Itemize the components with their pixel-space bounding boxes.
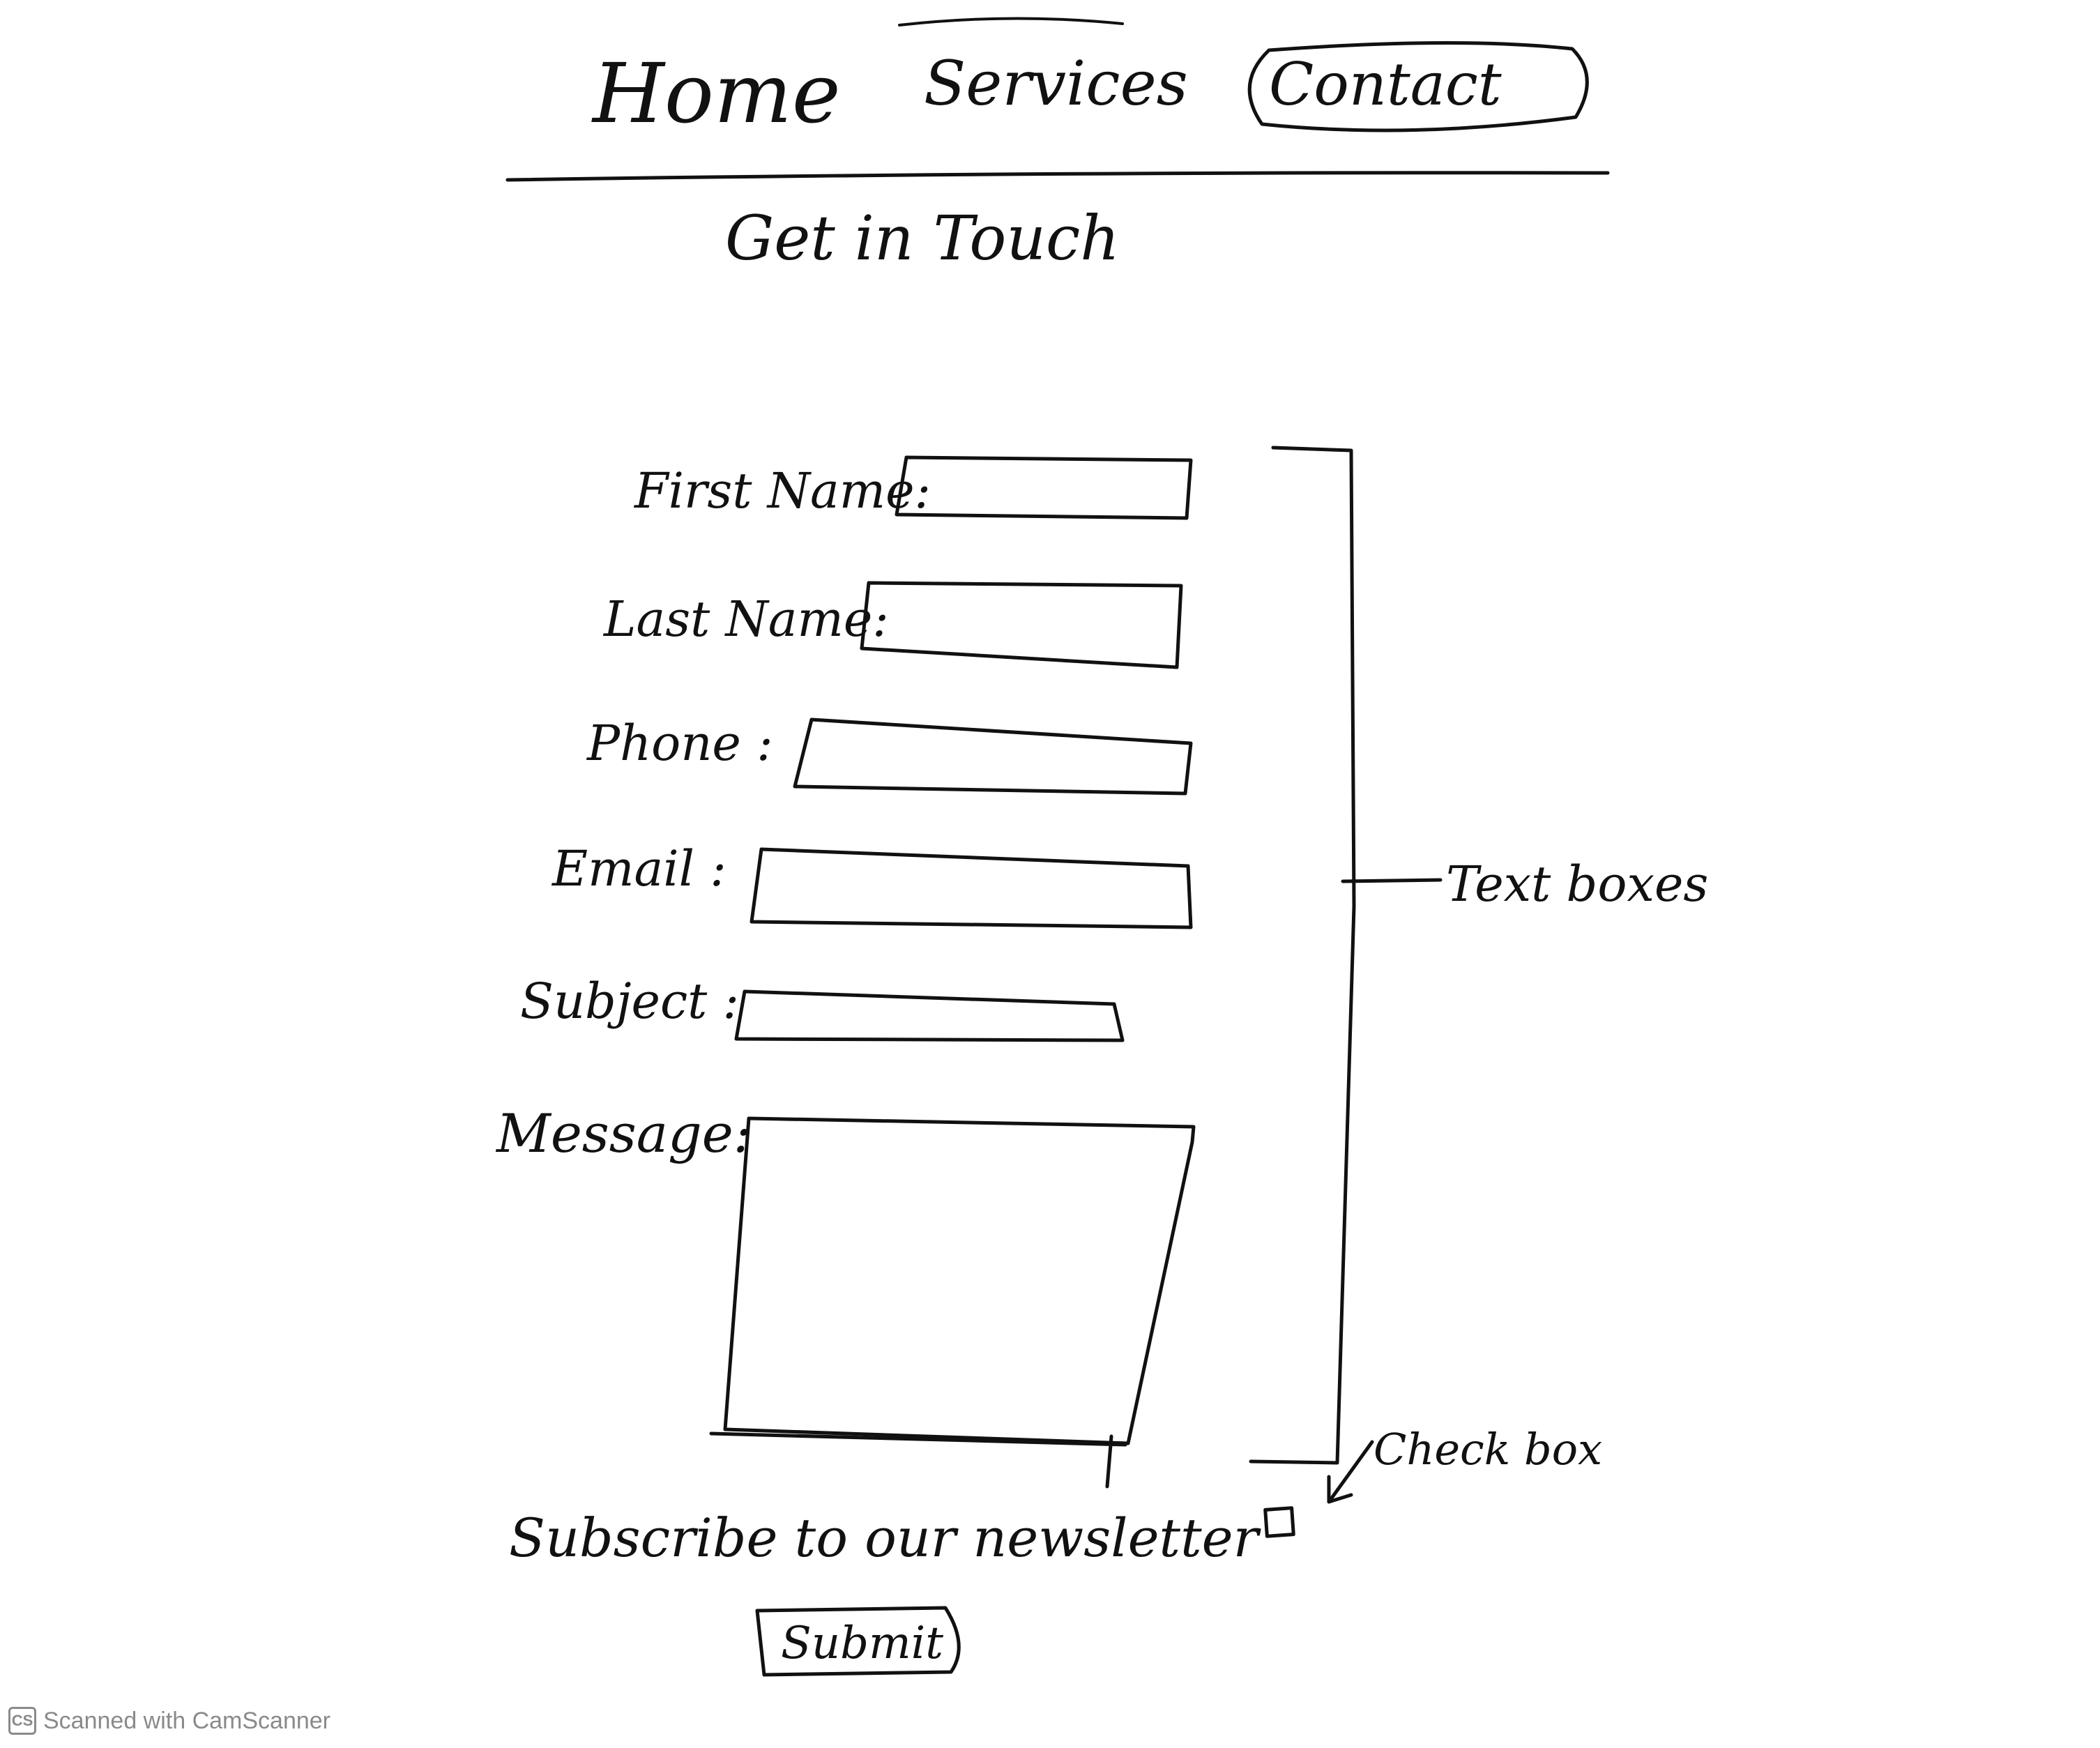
text-boxes-note: Text boxes [1446,856,1708,913]
message-box-scribble [709,1431,1127,1489]
newsletter-checkbox[interactable] [1263,1506,1295,1538]
check-box-note: Check box [1374,1424,1602,1475]
arrow-icon [1327,1440,1374,1504]
nav-item-contact-label: Contact [1269,50,1502,119]
last-name-input[interactable] [860,581,1183,669]
nav-item-services[interactable]: Services [924,47,1188,119]
top-nav: Home Services Contact [591,40,1589,142]
submit-button[interactable]: Submit [755,1606,961,1677]
camscanner-logo-icon: CS [8,1707,36,1735]
message-textarea[interactable] [723,1116,1196,1445]
subject-label: Subject : [520,973,739,1030]
top-stroke [898,17,1124,26]
first-name-label: First Name: [633,462,931,519]
subject-input[interactable] [734,989,1125,1042]
annotation-check-box: Check box [1327,1424,1602,1504]
nav-item-home[interactable]: Home [591,45,841,142]
email-label: Email : [551,840,726,897]
message-label: Message: [495,1102,751,1164]
submit-button-label: Submit [781,1618,943,1669]
nav-item-contact[interactable]: Contact [1247,40,1589,132]
watermark-text: Scanned with CamScanner [43,1707,331,1734]
nav-divider [505,171,1610,182]
phone-label: Phone : [586,715,773,772]
text-boxes-bracket [1249,446,1356,1465]
contact-form: First Name: Last Name: Phone : Email : S… [495,455,1295,1677]
page-title: Get in Touch [725,202,1120,274]
wireframe-sketch: Home Services Contact Get in Touch First… [495,17,1708,1677]
first-name-input[interactable] [895,455,1193,520]
last-name-label: Last Name: [602,591,889,648]
annotation-text-boxes: Text boxes [1249,446,1708,1465]
email-input[interactable] [750,847,1193,929]
newsletter-label: Subscribe to our newsletter [509,1507,1262,1569]
text-boxes-pointer [1341,878,1443,883]
camscanner-watermark: CS Scanned with CamScanner [8,1705,330,1736]
phone-input[interactable] [793,717,1193,796]
